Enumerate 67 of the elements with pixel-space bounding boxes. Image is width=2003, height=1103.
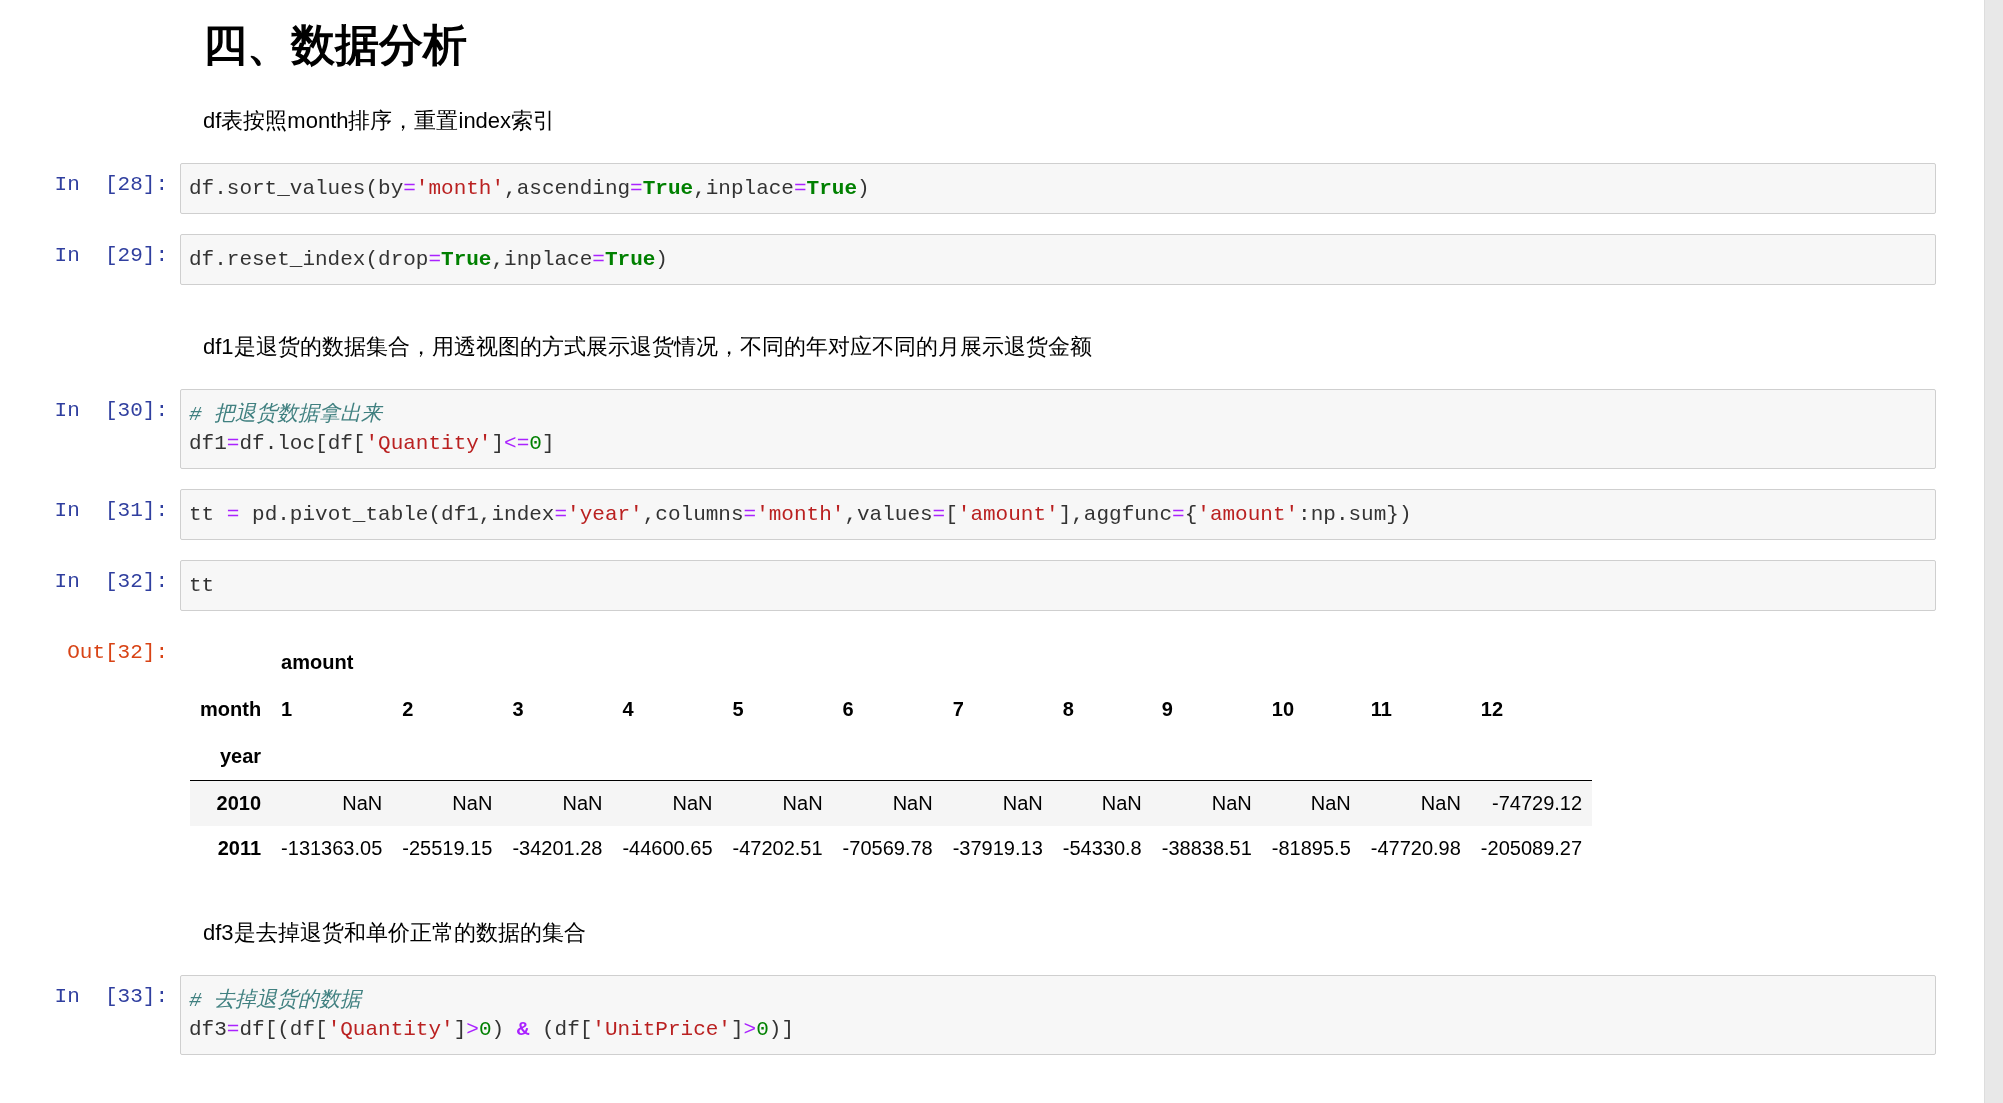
table-cell: NaN xyxy=(892,792,933,814)
code-cell[interactable]: df.reset_index(drop=True,inplace=True) xyxy=(180,234,1936,285)
code-line: df.reset_index(drop=True,inplace=True) xyxy=(189,247,668,273)
output-prompt: Out[32]: xyxy=(66,640,169,664)
table-cell: -54330.8 xyxy=(1062,837,1142,859)
table-cell: NaN xyxy=(1002,792,1043,814)
code-line: tt = pd.pivot_table(df1,index='year',columns='month',values=['amount'],aggfunc={'amount':np.sum}) xyxy=(189,502,1412,528)
code-line: df1=df.loc[df['Quantity']<=0] xyxy=(189,431,555,457)
column-header: 5 xyxy=(732,698,744,720)
table-cell: -205089.27 xyxy=(1480,837,1583,859)
table-cell: NaN xyxy=(1310,792,1351,814)
table-cell: -25519.15 xyxy=(402,837,493,859)
table-cell: -70569.78 xyxy=(842,837,933,859)
table-cell: NaN xyxy=(782,792,823,814)
input-prompt: In [29]: xyxy=(53,243,169,267)
input-prompt: In [30]: xyxy=(53,398,169,422)
table-cell: NaN xyxy=(452,792,493,814)
table-cell: -34201.28 xyxy=(512,837,603,859)
column-header: 1 xyxy=(281,698,293,720)
table-cell: -47720.98 xyxy=(1370,837,1461,859)
code-cell[interactable]: # 把退货数据拿出来 df1=df.loc[df['Quantity']<=0] xyxy=(180,389,1936,469)
input-prompt: In [31]: xyxy=(53,498,169,522)
markdown-text: df1是退货的数据集合，用透视图的方式展示退货情况，不同的年对应不同的月展示退货金额 xyxy=(203,333,1092,361)
code-cell[interactable]: tt xyxy=(180,560,1936,611)
section-heading: 四、数据分析 xyxy=(203,19,467,71)
table-cell: -47202.51 xyxy=(732,837,823,859)
table-cell: -38838.51 xyxy=(1161,837,1252,859)
column-header: 10 xyxy=(1271,698,1295,720)
table-cell: NaN xyxy=(562,792,603,814)
table-cell: NaN xyxy=(1101,792,1142,814)
table-cell: -131363.05 xyxy=(281,837,383,859)
code-cell[interactable]: # 去掉退货的数据 df3=df[(df['Quantity']>0) & (df['UnitPrice']>0)] xyxy=(180,975,1936,1055)
table-cell: NaN xyxy=(672,792,713,814)
table-cell: -44600.65 xyxy=(622,837,713,859)
code-line: tt xyxy=(189,573,215,599)
column-header: 2 xyxy=(402,698,414,720)
table-cell: -37919.13 xyxy=(952,837,1043,859)
code-line: # 去掉退货的数据 xyxy=(189,987,362,1014)
code-line: # 把退货数据拿出来 xyxy=(189,401,383,428)
row-header: 2010 xyxy=(216,792,262,814)
table-cell: -81895.5 xyxy=(1271,837,1351,859)
table-cell: NaN xyxy=(342,792,383,814)
table-cell: -74729.12 xyxy=(1492,792,1583,814)
code-cell[interactable]: df.sort_values(by='month',ascending=True,inplace=True) xyxy=(180,163,1936,214)
input-prompt: In [28]: xyxy=(53,172,169,196)
column-header: 4 xyxy=(622,698,634,720)
column-header: 11 xyxy=(1370,698,1392,720)
column-header: 6 xyxy=(842,698,854,720)
column-index-name: month xyxy=(200,698,262,720)
code-line: df.sort_values(by='month',ascending=True,inplace=True) xyxy=(189,176,870,202)
column-header: 8 xyxy=(1062,698,1074,720)
markdown-text: df3是去掉退货和单价正常的数据的集合 xyxy=(203,919,586,947)
column-header: 12 xyxy=(1480,698,1504,720)
column-header: 3 xyxy=(512,698,524,720)
table-cell: NaN xyxy=(1420,792,1461,814)
input-prompt: In [33]: xyxy=(53,984,169,1008)
code-cell[interactable]: tt = pd.pivot_table(df1,index='year',columns='month',values=['amount'],aggfunc={'amount':np.sum}) xyxy=(180,489,1936,540)
code-line: df3=df[(df['Quantity']>0) & (df['UnitPrice']>0)] xyxy=(189,1017,794,1043)
row-index-name: year xyxy=(219,745,262,767)
column-group-header: amount xyxy=(281,651,354,673)
markdown-text: df表按照month排序，重置index索引 xyxy=(203,107,556,135)
input-prompt: In [32]: xyxy=(53,569,169,593)
column-header: 7 xyxy=(952,698,964,720)
row-header: 2011 xyxy=(217,837,262,859)
column-header: 9 xyxy=(1161,698,1173,720)
table-cell: NaN xyxy=(1211,792,1252,814)
scrollbar[interactable] xyxy=(1984,0,2003,1103)
